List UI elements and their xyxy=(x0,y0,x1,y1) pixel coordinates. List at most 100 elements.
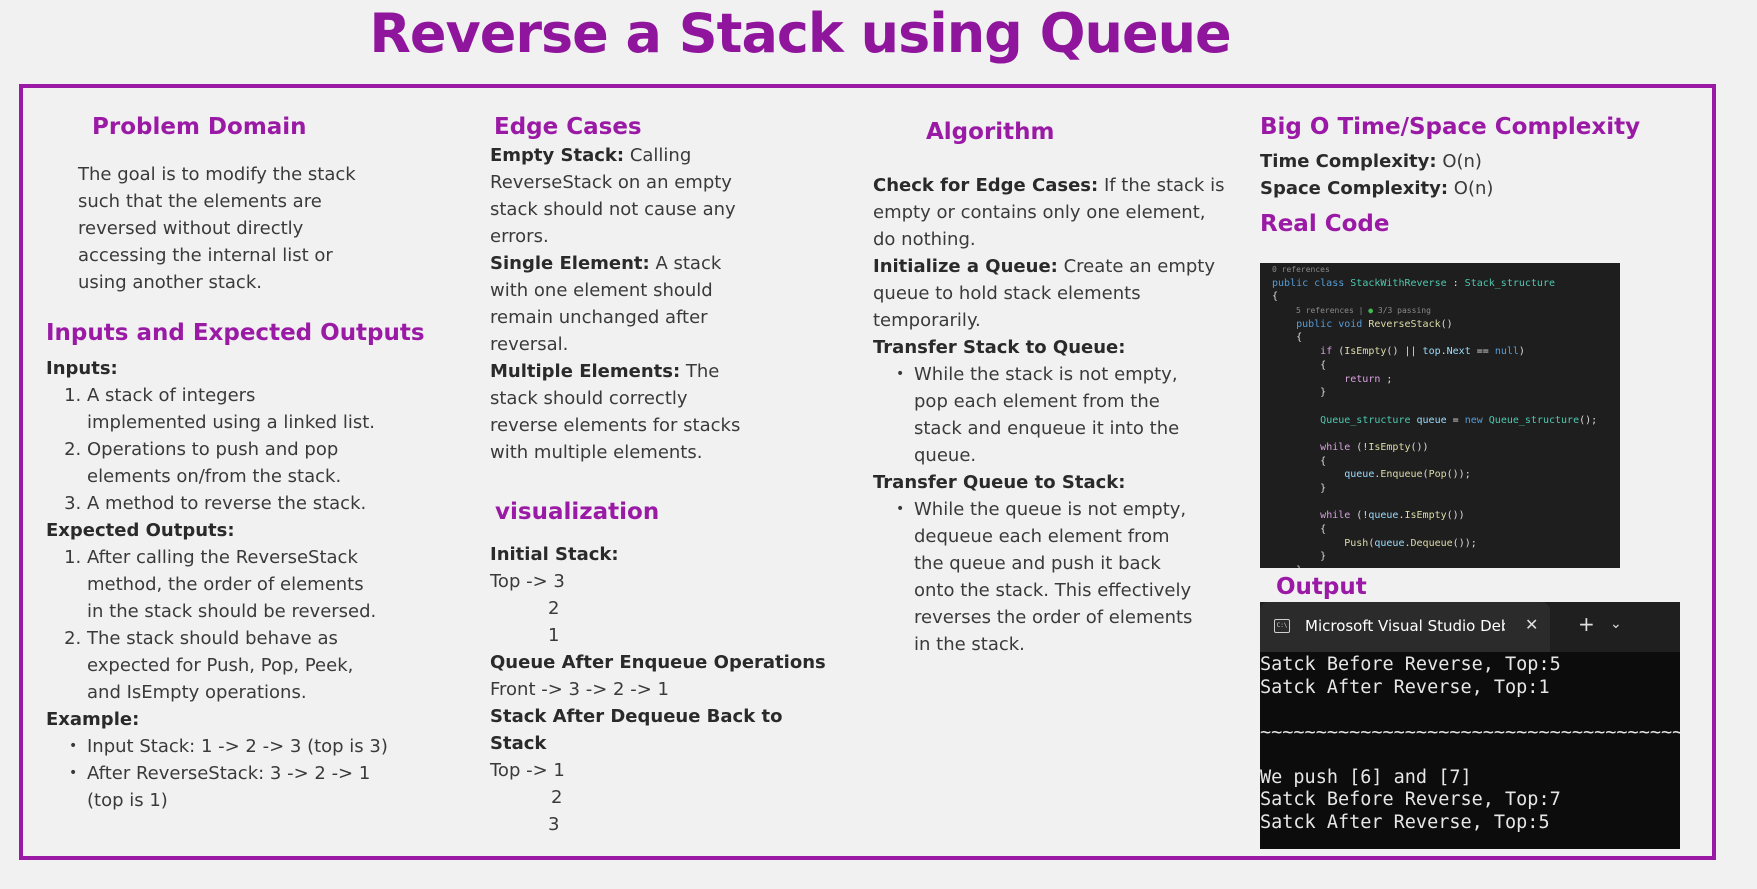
initial-stack-item: 2 xyxy=(548,598,560,619)
problem-domain-heading-wrap: Problem Domain xyxy=(92,112,307,142)
algorithm-bullet-line: stack and enqueue it into the xyxy=(914,418,1180,439)
edge-case-text: stack should correctly xyxy=(490,388,688,409)
code-line: queue.Enqueue(Pop()); xyxy=(1344,469,1471,481)
algorithm-step-text: Create an empty xyxy=(1057,256,1216,277)
chevron-down-icon[interactable]: ⌄ xyxy=(1610,616,1622,632)
input-item: A stack of integers implemented using a l… xyxy=(87,382,425,436)
visualization-section: visualization Initial Stack: Top -> 3 2 … xyxy=(490,497,826,838)
algorithm-step-first-line: Initialize a Queue: Create an empty xyxy=(873,253,1224,280)
edge-case-text: A stack xyxy=(649,253,722,274)
edge-case-first-line: Single Element: A stack xyxy=(490,250,740,277)
code-line: if (IsEmpty() || top.Next == null) xyxy=(1320,346,1525,358)
code-line: while (!queue.IsEmpty()) xyxy=(1320,510,1465,522)
new-tab-icon[interactable]: + xyxy=(1578,612,1595,636)
terminal-tab[interactable]: C:\ Microsoft Visual Studio Debug Consol… xyxy=(1260,602,1550,652)
terminal-line: We push [6] and [7] xyxy=(1260,766,1472,788)
problem-domain-line: such that the elements are xyxy=(78,191,322,212)
edge-case-text: ReverseStack on an empty xyxy=(490,172,732,193)
algorithm-bullet-line: While the stack is not empty, xyxy=(914,364,1178,385)
algorithm-heading: Algorithm xyxy=(926,119,1055,145)
algorithm-step-label: Transfer Queue to Stack: xyxy=(873,472,1126,493)
example-item: After ReverseStack: 3 -> 2 -> 1 (top is 1… xyxy=(69,760,425,814)
algorithm-step-text: If the stack is xyxy=(1098,175,1225,196)
input-item: Operations to push and pop elements on/fr… xyxy=(87,436,425,490)
algorithm-step: Transfer Stack to Queue: While the stack … xyxy=(873,334,1224,469)
terminal-line: Satck After Reverse, Top:1 xyxy=(1260,676,1550,698)
input-item-line: implemented using a linked list. xyxy=(87,412,375,433)
edge-case-text: reverse elements for stacks xyxy=(490,415,741,436)
code-line: } xyxy=(1272,551,1327,563)
problem-domain-heading: Problem Domain xyxy=(92,114,307,140)
code-line: public class StackWithReverse : Stack_st… xyxy=(1272,277,1555,289)
code-line: while (!IsEmpty()) xyxy=(1320,441,1429,453)
code-test-status: 5 references | ● 3/3 passing xyxy=(1272,304,1620,318)
problem-domain-line: reversed without directly xyxy=(78,218,304,239)
input-item-line: A stack of integers xyxy=(87,385,256,406)
time-complexity-label: Time Complexity: xyxy=(1260,151,1437,172)
after-stack-item: 3 xyxy=(548,814,560,835)
output-item-line: The stack should behave as xyxy=(87,628,338,649)
output-heading-wrap: Output xyxy=(1276,572,1367,602)
inputs-outputs-section: Inputs and Expected Outputs Inputs: A st… xyxy=(46,318,425,814)
edge-case-label: Empty Stack: xyxy=(490,145,625,166)
code-line: } xyxy=(1272,564,1620,568)
terminal-output: Satck Before Reverse, Top:5 Satck After R… xyxy=(1260,654,1680,834)
output-item-line: expected for Push, Pop, Peek, xyxy=(87,655,354,676)
algorithm-step-label: Transfer Stack to Queue: xyxy=(873,337,1126,358)
code-screenshot: 0 references public class StackWithRever… xyxy=(1260,263,1620,568)
initial-stack-top: Top -> 3 xyxy=(490,571,565,592)
edge-case-item: Empty Stack: Calling ReverseStack on an e… xyxy=(490,142,740,250)
algorithm-step-text: queue to hold stack elements xyxy=(873,283,1141,304)
algorithm-bullet: While the queue is not empty, dequeue eac… xyxy=(896,496,1224,658)
code-line: } xyxy=(1272,387,1327,399)
terminal-line: Satck Before Reverse, Top:7 xyxy=(1260,789,1561,810)
problem-domain-text: The goal is to modify the stack such that… xyxy=(78,161,356,296)
algorithm-bullet-list: While the queue is not empty, dequeue eac… xyxy=(873,496,1224,658)
example-label: Example: xyxy=(46,709,140,730)
real-code-heading: Real Code xyxy=(1260,211,1390,237)
algorithm-step-first-line: Check for Edge Cases: If the stack is xyxy=(873,172,1224,199)
edge-case-text: with multiple elements. xyxy=(490,442,703,463)
output-heading: Output xyxy=(1276,574,1367,600)
after-stack-item: 2 xyxy=(551,787,563,808)
algorithm-step-first-line: Transfer Stack to Queue: xyxy=(873,334,1224,361)
algorithm-step: Transfer Queue to Stack: While the queue … xyxy=(873,469,1224,658)
algorithm-step-text: do nothing. xyxy=(873,229,976,250)
code-reference-count: 0 references xyxy=(1272,265,1330,274)
code-line: { xyxy=(1272,332,1303,344)
code-line: { xyxy=(1272,359,1327,371)
algorithm-step-text: empty or contains only one element, xyxy=(873,202,1206,223)
queue-label: Queue After Enqueue Operations xyxy=(490,652,826,673)
close-icon[interactable]: ✕ xyxy=(1525,615,1538,634)
algorithm-bullet-line: pop each element from the xyxy=(914,391,1160,412)
examples-list: Input Stack: 1 -> 2 -> 3 (top is 3) After… xyxy=(46,733,425,814)
terminal-line: ~~~~~~~~~~~~~~~~~~~~~~~~~~~~~~~~~~~~~~~~ xyxy=(1260,721,1680,743)
algorithm-bullet-line: dequeue each element from xyxy=(914,526,1170,547)
initial-stack-label: Initial Stack: xyxy=(490,544,619,565)
example-item-line: Input Stack: 1 -> 2 -> 3 (top is 3) xyxy=(87,736,388,757)
edge-case-first-line: Multiple Elements: The xyxy=(490,358,740,385)
inputs-list: A stack of integers implemented using a l… xyxy=(46,382,425,517)
space-complexity-label: Space Complexity: xyxy=(1260,178,1449,199)
code-line: { xyxy=(1272,291,1279,303)
terminal-line: Satck Before Reverse, Top:5 xyxy=(1260,654,1561,675)
edge-case-text: Calling xyxy=(624,145,692,166)
terminal-line: Satck After Reverse, Top:5 xyxy=(1260,811,1550,833)
code-line: { xyxy=(1272,455,1327,467)
edge-case-first-line: Empty Stack: Calling xyxy=(490,142,740,169)
code-line: } xyxy=(1272,483,1327,494)
code-line: public void ReverseStack() xyxy=(1296,318,1453,330)
edge-case-label: Single Element: xyxy=(490,253,650,274)
edge-case-item: Single Element: A stack with one element … xyxy=(490,250,740,358)
input-item-line: A method to reverse the stack. xyxy=(87,493,367,514)
code-method-references: 5 references | xyxy=(1296,306,1369,316)
outputs-list: After calling the ReverseStack method, th… xyxy=(46,544,425,706)
visualization-heading: visualization xyxy=(495,499,660,525)
code-line: return ; xyxy=(1344,373,1393,385)
algorithm-bullet-line: the queue and push it back xyxy=(914,553,1161,574)
edge-case-text: stack should not cause any xyxy=(490,199,736,220)
